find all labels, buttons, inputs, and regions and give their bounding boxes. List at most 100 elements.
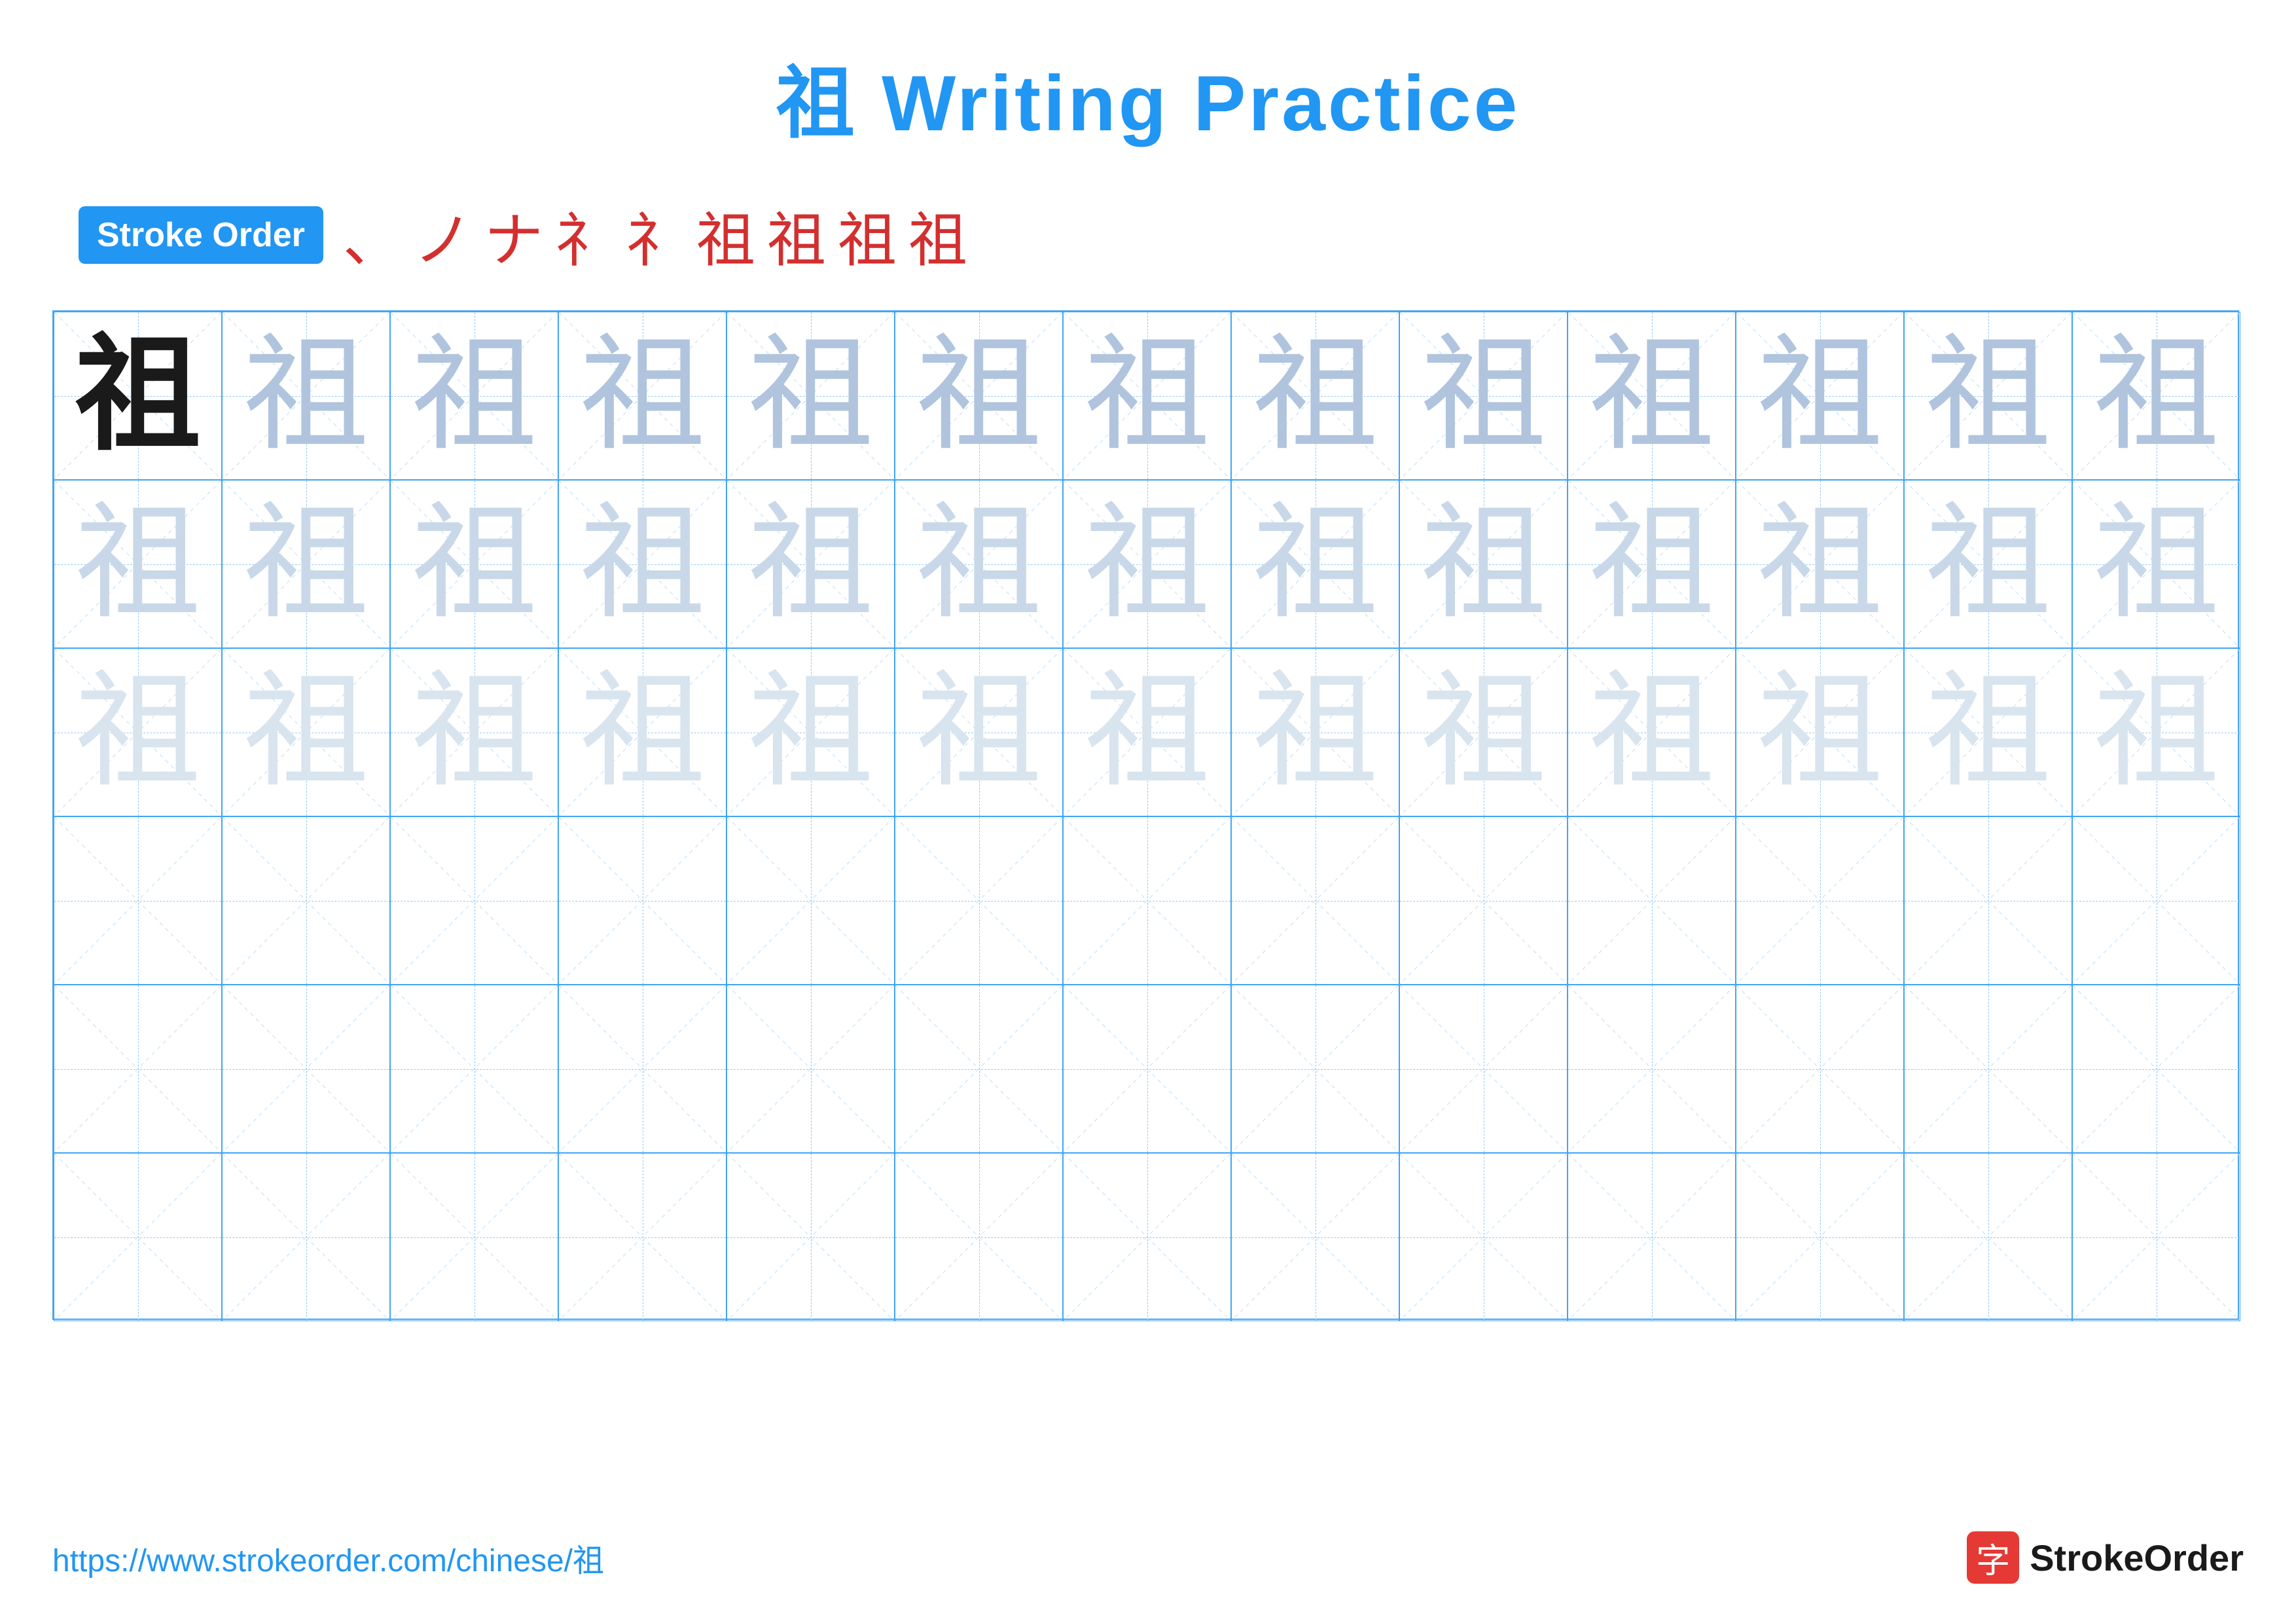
grid-cell[interactable]: 祖 xyxy=(726,648,895,816)
grid-cell[interactable] xyxy=(1399,985,1568,1153)
grid-cell[interactable] xyxy=(2072,816,2240,985)
grid-cell[interactable]: 祖 xyxy=(54,480,222,648)
grid-cell[interactable] xyxy=(895,816,1063,985)
grid-cell[interactable]: 祖 xyxy=(2072,480,2240,648)
grid-cell[interactable] xyxy=(895,985,1063,1153)
grid-cell[interactable]: 祖 xyxy=(54,312,222,480)
grid-cell[interactable] xyxy=(54,816,222,985)
grid-cell[interactable]: 祖 xyxy=(1231,648,1399,816)
grid-cell[interactable] xyxy=(726,816,895,985)
grid-cell[interactable] xyxy=(1904,1153,2072,1321)
grid-cell[interactable]: 祖 xyxy=(2072,312,2240,480)
grid-cell[interactable] xyxy=(2072,1153,2240,1321)
grid-cell[interactable] xyxy=(1063,1153,1231,1321)
grid-cell[interactable]: 祖 xyxy=(1568,648,1736,816)
grid-cell[interactable] xyxy=(1231,985,1399,1153)
grid-cell[interactable] xyxy=(222,1153,390,1321)
practice-char: 祖 xyxy=(748,670,874,795)
grid-cell[interactable]: 祖 xyxy=(1063,312,1231,480)
grid-cell[interactable]: 祖 xyxy=(1904,312,2072,480)
grid-cell[interactable] xyxy=(1904,816,2072,985)
grid-cell[interactable]: 祖 xyxy=(1568,480,1736,648)
grid-cell[interactable]: 祖 xyxy=(558,648,726,816)
grid-cell[interactable]: 祖 xyxy=(222,648,390,816)
practice-char: 祖 xyxy=(2094,670,2219,795)
grid-cell[interactable]: 祖 xyxy=(390,648,558,816)
grid-cell[interactable]: 祖 xyxy=(1904,480,2072,648)
grid-cell[interactable] xyxy=(390,985,558,1153)
grid-cell[interactable]: 祖 xyxy=(1736,648,1904,816)
grid-cell[interactable] xyxy=(1568,1153,1736,1321)
practice-char: 祖 xyxy=(916,670,1042,795)
stroke-order-row: Stroke Order 、 ノ ナ 礻 礻 祖 祖 祖 祖 xyxy=(52,192,2244,278)
grid-cell[interactable] xyxy=(1231,816,1399,985)
grid-cell[interactable]: 祖 xyxy=(895,648,1063,816)
practice-char: 祖 xyxy=(748,501,874,627)
stroke-6: 祖 xyxy=(696,192,755,278)
grid-cell[interactable] xyxy=(558,816,726,985)
practice-char: 祖 xyxy=(1253,333,1378,459)
grid-cell[interactable]: 祖 xyxy=(54,648,222,816)
grid-cell[interactable]: 祖 xyxy=(726,312,895,480)
grid-cell[interactable] xyxy=(1736,1153,1904,1321)
stroke-7: 祖 xyxy=(767,192,826,278)
practice-char: 祖 xyxy=(243,333,369,459)
grid-cell[interactable] xyxy=(1736,985,1904,1153)
grid-cell[interactable]: 祖 xyxy=(1399,480,1568,648)
practice-grid: 祖祖祖祖祖祖祖祖祖祖祖祖祖祖祖祖祖祖祖祖祖祖祖祖祖祖祖祖祖祖祖祖祖祖祖祖祖祖祖 xyxy=(52,310,2239,1320)
grid-cell[interactable]: 祖 xyxy=(1399,648,1568,816)
grid-cell[interactable]: 祖 xyxy=(390,480,558,648)
grid-cell[interactable] xyxy=(222,985,390,1153)
grid-cell[interactable]: 祖 xyxy=(222,312,390,480)
grid-cell[interactable]: 祖 xyxy=(558,312,726,480)
grid-cell[interactable]: 祖 xyxy=(390,312,558,480)
grid-cell[interactable] xyxy=(895,1153,1063,1321)
grid-cell[interactable] xyxy=(1568,816,1736,985)
grid-cell[interactable] xyxy=(1231,1153,1399,1321)
grid-cell[interactable]: 祖 xyxy=(1399,312,1568,480)
grid-cell[interactable] xyxy=(54,985,222,1153)
grid-cell[interactable] xyxy=(726,985,895,1153)
grid-cell[interactable]: 祖 xyxy=(1568,312,1736,480)
grid-cell[interactable] xyxy=(1904,985,2072,1153)
grid-cell[interactable]: 祖 xyxy=(1904,648,2072,816)
grid-cell[interactable] xyxy=(558,1153,726,1321)
stroke-9: 祖 xyxy=(908,192,967,278)
grid-cell[interactable]: 祖 xyxy=(1231,312,1399,480)
grid-cell[interactable]: 祖 xyxy=(2072,648,2240,816)
grid-cell[interactable] xyxy=(390,816,558,985)
grid-cell[interactable] xyxy=(726,1153,895,1321)
grid-cell[interactable]: 祖 xyxy=(1231,480,1399,648)
grid-cell[interactable]: 祖 xyxy=(1736,312,1904,480)
practice-char: 祖 xyxy=(2094,333,2219,459)
grid-cell[interactable] xyxy=(2072,985,2240,1153)
practice-char: 祖 xyxy=(243,670,369,795)
grid-cell[interactable]: 祖 xyxy=(895,312,1063,480)
grid-cell[interactable] xyxy=(1063,816,1231,985)
grid-cell[interactable]: 祖 xyxy=(1063,648,1231,816)
practice-char: 祖 xyxy=(916,501,1042,627)
grid-cell[interactable] xyxy=(222,816,390,985)
grid-cell[interactable] xyxy=(54,1153,222,1321)
grid-cell[interactable]: 祖 xyxy=(726,480,895,648)
grid-cell[interactable] xyxy=(1399,816,1568,985)
practice-char: 祖 xyxy=(2094,501,2219,627)
grid-cell[interactable]: 祖 xyxy=(222,480,390,648)
grid-cell[interactable] xyxy=(1063,985,1231,1153)
grid-cell[interactable] xyxy=(1736,816,1904,985)
grid-cell[interactable]: 祖 xyxy=(558,480,726,648)
grid-cell[interactable] xyxy=(1568,985,1736,1153)
stroke-3: ナ xyxy=(484,192,543,278)
page: 祖 Writing Practice Stroke Order 、 ノ ナ 礻 … xyxy=(0,0,2296,1623)
practice-char: 祖 xyxy=(580,670,706,795)
grid-cell[interactable]: 祖 xyxy=(1736,480,1904,648)
grid-cell[interactable]: 祖 xyxy=(895,480,1063,648)
stroke-2: ノ xyxy=(414,192,473,278)
grid-cell[interactable] xyxy=(1399,1153,1568,1321)
practice-char: 祖 xyxy=(1085,333,1210,459)
stroke-5: 礻 xyxy=(626,192,685,278)
grid-cell[interactable]: 祖 xyxy=(1063,480,1231,648)
practice-char: 祖 xyxy=(580,333,706,459)
grid-cell[interactable] xyxy=(558,985,726,1153)
grid-cell[interactable] xyxy=(390,1153,558,1321)
